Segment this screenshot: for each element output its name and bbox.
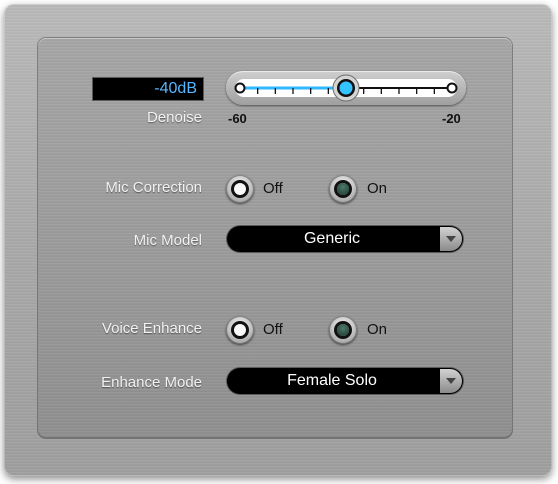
slider-start-cap: [234, 82, 246, 94]
denoise-label: Denoise: [146, 109, 202, 126]
mic-correction-on-label: On: [367, 180, 388, 197]
slider-end-cap: [446, 82, 458, 94]
dropdown-arrow-icon[interactable]: [440, 369, 462, 393]
voice-enhance-on-label: On: [367, 321, 388, 338]
denoise-slider-scale: [234, 74, 458, 102]
radio-dot: [234, 183, 246, 195]
denoise-value-display[interactable]: -40dB: [92, 77, 204, 101]
denoise-slider-knob: [332, 74, 360, 102]
mic-correction-off-radio[interactable]: [226, 175, 254, 203]
voice-enhance-on-radio[interactable]: [329, 316, 357, 344]
mic-model-value: Generic: [303, 230, 361, 247]
enhance-mode-value: Female Solo: [287, 372, 377, 389]
voice-enhance-off-radio[interactable]: [226, 316, 254, 344]
enhance-mode-dropdown[interactable]: Female Solo: [227, 368, 463, 394]
radio-dot: [234, 324, 246, 336]
denoise-max-label: -20: [442, 111, 461, 126]
voice-enhance-off-label: Off: [263, 321, 283, 338]
mic-correction-label: Mic Correction: [105, 179, 202, 196]
mic-model-dropdown[interactable]: Generic: [227, 226, 463, 252]
denoise-slider[interactable]: [226, 71, 466, 105]
radio-dot: [337, 324, 349, 336]
radio-dot: [337, 183, 349, 195]
enhance-mode-label: Enhance Mode: [101, 374, 202, 391]
mic-correction-off-label: Off: [263, 180, 283, 197]
mic-model-label: Mic Model: [133, 232, 202, 249]
mic-correction-on-radio[interactable]: [329, 175, 357, 203]
denoise-min-label: -60: [228, 111, 247, 126]
voice-enhance-label: Voice Enhance: [101, 320, 202, 337]
dropdown-arrow-icon[interactable]: [440, 227, 462, 251]
